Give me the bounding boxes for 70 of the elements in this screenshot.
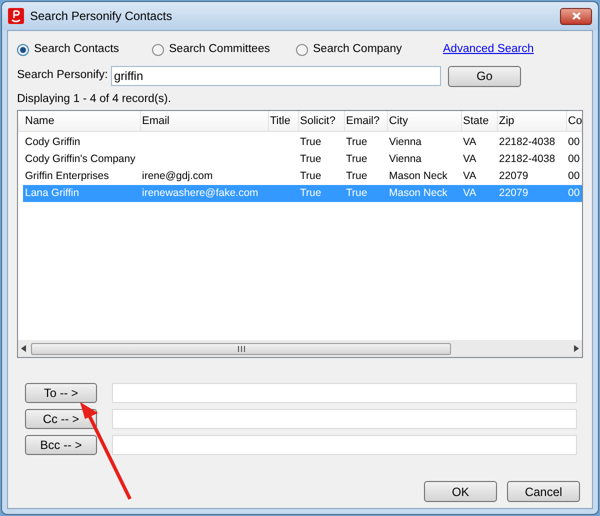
recipient-button[interactable]: Bcc -- >: [25, 435, 97, 455]
table-cell: 22079: [498, 170, 528, 182]
left-arrow-icon: [21, 345, 27, 352]
table-row[interactable]: Cody Griffin True True Vienna VA 22182-4038 00: [23, 134, 582, 151]
table-cell: True: [345, 187, 368, 199]
recipient-button[interactable]: To -- >: [25, 383, 97, 403]
close-icon: [572, 12, 580, 20]
table-cell: 00: [567, 170, 580, 182]
table-cell: Griffin Enterprises: [24, 170, 109, 182]
table-cell: True: [299, 153, 322, 165]
advanced-search-link[interactable]: Advanced Search: [443, 41, 534, 59]
right-arrow-icon: [573, 345, 579, 352]
recipient-field[interactable]: [112, 409, 577, 429]
radio-button[interactable]: [296, 44, 308, 56]
table-cell: True: [345, 153, 368, 165]
recipient-field[interactable]: [112, 435, 577, 455]
radio-label[interactable]: Search Committees: [169, 41, 270, 59]
column-header[interactable]: Co: [567, 111, 582, 131]
radio-label[interactable]: Search Contacts: [34, 41, 120, 59]
recipient-field[interactable]: [112, 383, 577, 403]
column-header[interactable]: City: [388, 111, 462, 131]
column-header[interactable]: Zip: [498, 111, 567, 131]
table-cell: VA: [462, 170, 476, 182]
table-cell: True: [345, 136, 368, 148]
table-cell: True: [345, 170, 368, 182]
column-header[interactable]: Email?: [345, 111, 388, 131]
window-title: Search Personify Contacts: [30, 8, 174, 25]
table-cell: VA: [462, 136, 476, 148]
radio-label[interactable]: Search Company: [313, 41, 402, 59]
table-row[interactable]: Griffin Enterprises irene@gdj.com True True Mason Neck VA 22079 00: [23, 168, 582, 185]
table-cell: irenewashere@fake.com: [141, 187, 258, 199]
table-cell: True: [299, 170, 322, 182]
recipient-button[interactable]: Cc -- >: [25, 409, 97, 429]
close-button[interactable]: [560, 8, 592, 24]
table-cell: Vienna: [388, 153, 422, 165]
column-header[interactable]: Solicit?: [299, 111, 345, 131]
table-cell: 22182-4038: [498, 153, 556, 165]
dialog-button[interactable]: OK: [424, 481, 497, 502]
table-cell: 22079: [498, 187, 528, 199]
table-cell: Vienna: [388, 136, 422, 148]
go-button[interactable]: Go: [448, 66, 521, 86]
scrollbar-thumb[interactable]: [31, 342, 451, 354]
horizontal-scrollbar[interactable]: [18, 340, 582, 357]
table-cell: True: [299, 136, 322, 148]
table-cell: Cody Griffin's Company: [24, 153, 136, 165]
dialog-button[interactable]: Cancel: [507, 481, 580, 502]
result-count: Displaying 1 - 4 of 4 record(s).: [17, 92, 172, 107]
table-cell: Cody Griffin: [24, 136, 80, 148]
table-cell: 00: [567, 136, 580, 148]
table-cell: VA: [462, 153, 476, 165]
column-header[interactable]: Name: [24, 111, 141, 131]
grip-icon: [238, 346, 244, 352]
radio-button[interactable]: [152, 44, 164, 56]
table-cell: Mason Neck: [388, 187, 448, 199]
logo-icon: [8, 8, 24, 24]
table-cell: 22182-4038: [498, 136, 556, 148]
column-header[interactable]: Title: [269, 111, 299, 131]
table-cell: True: [299, 187, 322, 199]
table-cell: Mason Neck: [388, 170, 448, 182]
column-header[interactable]: State: [462, 111, 498, 131]
table-cell: Lana Griffin: [24, 187, 80, 199]
table-cell: VA: [462, 187, 476, 199]
search-label: Search Personify:: [17, 68, 109, 84]
radio-button[interactable]: [17, 44, 29, 56]
search-field[interactable]: griffin: [111, 66, 441, 86]
table-cell: 00: [567, 187, 580, 199]
table-cell: 00: [567, 153, 580, 165]
table-cell: irene@gdj.com: [141, 170, 213, 182]
table-row[interactable]: Cody Griffin's Company True True Vienna VA 22182-4038 00: [23, 151, 582, 168]
column-header[interactable]: Email: [141, 111, 269, 131]
